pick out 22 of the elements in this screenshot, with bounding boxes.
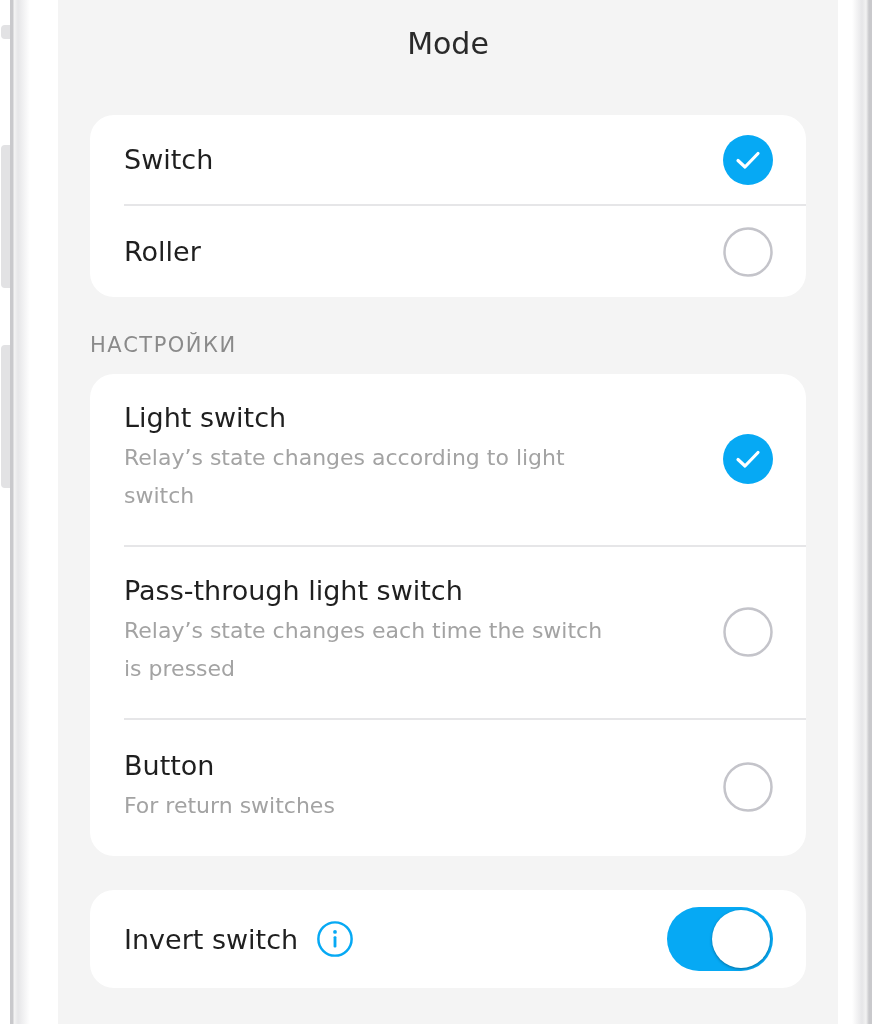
option-label: Light switch: [124, 402, 288, 433]
option-row[interactable]: Roller: [124, 206, 806, 297]
empty-radio-icon[interactable]: [723, 226, 773, 277]
option-row[interactable]: Switch: [124, 115, 806, 206]
option-row[interactable]: Button For return switches: [124, 720, 806, 856]
option-row[interactable]: Light switch Relay’s state changes according to light switch: [124, 374, 806, 547]
checked-radio-icon[interactable]: [723, 134, 773, 185]
section-header: НАСТРОЙКИ: [90, 333, 238, 357]
screen-title: Mode: [406, 25, 490, 63]
toggle-label: Invert switch: [124, 923, 299, 955]
option-label: Roller: [124, 236, 202, 267]
checked-radio-icon[interactable]: [723, 433, 773, 484]
option-description: Relay’s state changes according to light switch: [124, 444, 566, 510]
option-label: Button: [124, 749, 216, 781]
info-icon[interactable]: [316, 920, 355, 958]
option-label: Switch: [124, 144, 215, 175]
option-label: Pass-through light switch: [124, 575, 464, 606]
option-description: For return switches: [124, 791, 336, 820]
option-row[interactable]: Pass-through light switch Relay’s state changes each time the switch is pressed: [124, 547, 806, 720]
empty-radio-icon[interactable]: [723, 606, 773, 657]
option-description: Relay’s state changes each time the switch is pressed: [124, 617, 604, 683]
empty-radio-icon[interactable]: [723, 762, 773, 812]
